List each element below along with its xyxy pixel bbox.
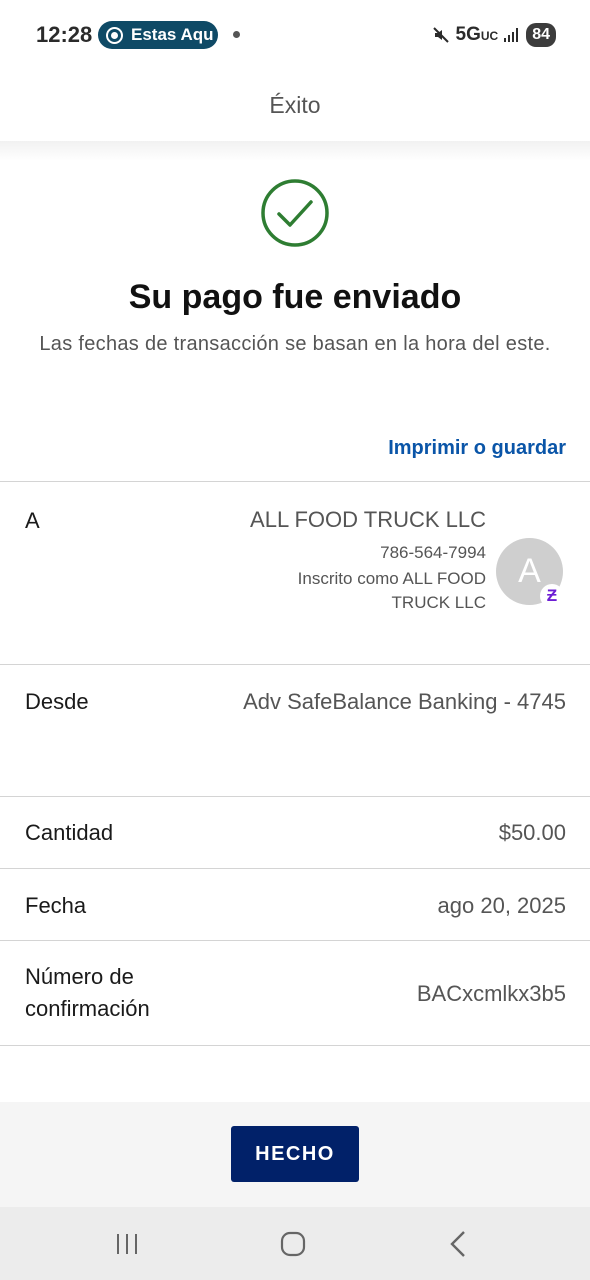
header-shadow — [0, 141, 590, 161]
battery-indicator: 84 — [526, 23, 556, 47]
recipient-enrolled: Inscrito como ALL FOOD TRUCK LLC — [297, 569, 486, 612]
back-icon[interactable] — [448, 1230, 468, 1258]
recipient-info: ALL FOOD TRUCK LLC 786-564-7994 Inscrito… — [246, 504, 486, 615]
print-or-save-link[interactable]: Imprimir o guardar — [388, 437, 566, 460]
network-label: 5GUC — [455, 24, 499, 45]
confirmation-label: Número de confirmación — [25, 964, 150, 1021]
amount-label: Cantidad — [25, 820, 114, 845]
check-circle-icon — [261, 179, 329, 247]
amount-value: $50.00 — [498, 820, 566, 845]
signal-icon — [504, 28, 519, 42]
row-divider — [0, 868, 590, 869]
row-divider — [0, 940, 590, 941]
location-pill[interactable]: Estas Aqu — [98, 21, 218, 49]
location-pill-label: Estas Aqu — [131, 25, 214, 44]
recipient-phone: 786-564-7994 — [380, 543, 486, 562]
recipient-name: ALL FOOD TRUCK LLC — [250, 507, 486, 532]
success-title: Su pago fue enviado — [128, 278, 462, 316]
from-account: Adv SafeBalance Banking - 4745 — [243, 689, 566, 714]
zelle-icon: Ƶ — [540, 584, 564, 608]
date-value: ago 20, 2025 — [437, 893, 566, 918]
row-divider — [0, 796, 590, 797]
home-icon[interactable] — [280, 1231, 306, 1257]
status-bar: 12:28 Estas Aqu 5GUC 84 — [0, 0, 590, 68]
from-label: Desde — [25, 689, 89, 714]
location-target-icon — [106, 26, 123, 44]
confirmation-number: BACxcmlkx3b5 — [416, 981, 566, 1006]
success-subtitle: Las fechas de transacción se basan en la… — [39, 333, 551, 355]
mute-icon — [432, 27, 449, 43]
row-divider — [0, 664, 590, 665]
to-label: A — [25, 508, 40, 533]
status-time: 12:28 — [36, 22, 93, 47]
row-divider — [0, 481, 590, 482]
status-icons: 5GUC 84 — [432, 22, 556, 48]
date-label: Fecha — [25, 893, 87, 918]
page-title: Éxito — [269, 91, 321, 118]
page-header: Éxito — [0, 68, 590, 142]
done-button[interactable]: HECHO — [231, 1126, 359, 1182]
recents-icon[interactable] — [115, 1233, 139, 1255]
notification-dot — [233, 31, 240, 38]
row-divider — [0, 1045, 590, 1046]
